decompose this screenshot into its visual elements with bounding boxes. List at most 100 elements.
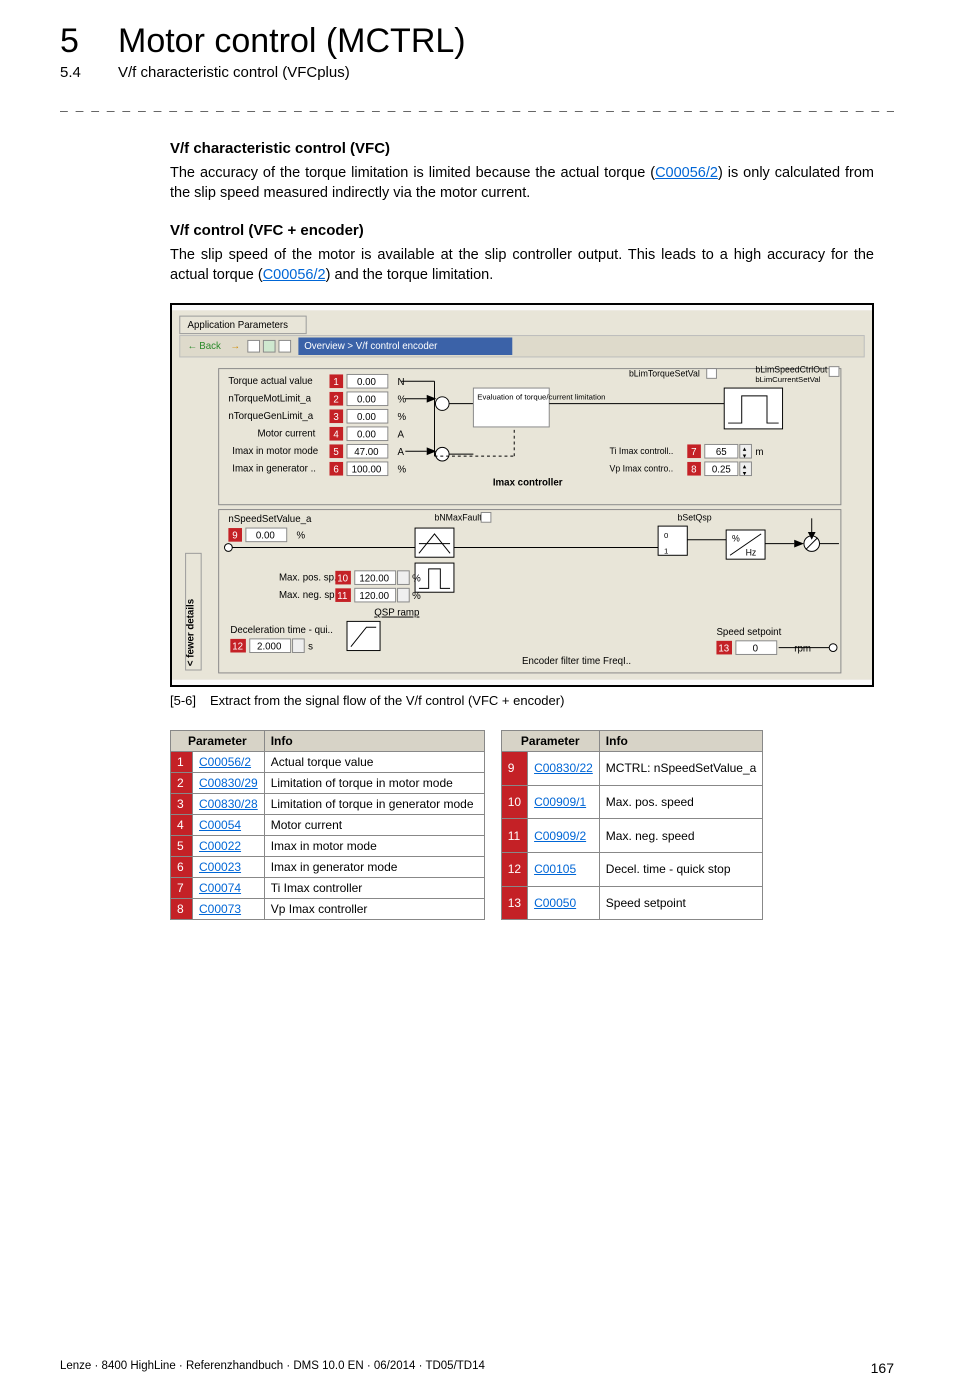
svg-text:13: 13 — [718, 644, 729, 655]
link-c00056-2-a[interactable]: C00056/2 — [655, 165, 718, 181]
svg-text:2: 2 — [333, 395, 338, 406]
svg-text:Torque actual value: Torque actual value — [228, 376, 312, 387]
parameter-info: Actual torque value — [264, 752, 484, 773]
chapter-title: Motor control (MCTRL) — [118, 24, 466, 58]
label: nTorqueMotLimit_a — [228, 394, 311, 405]
label: QSP ramp — [374, 608, 419, 619]
svg-text:0.00: 0.00 — [357, 377, 377, 388]
row-number: 4 — [171, 815, 193, 836]
parameter-link[interactable]: C00830/29 — [199, 776, 258, 790]
svg-text:A: A — [398, 447, 405, 458]
link-c00056-2-b[interactable]: C00056/2 — [263, 267, 326, 283]
table-row: 3C00830/28Limitation of torque in genera… — [171, 794, 485, 815]
parameter-code: C00022 — [193, 836, 265, 857]
parameter-info: MCTRL: nSpeedSetValue_a — [599, 752, 763, 786]
svg-text:%: % — [398, 465, 407, 476]
svg-text:0.00: 0.00 — [256, 531, 276, 542]
spinner-icon[interactable] — [398, 589, 410, 603]
vfc-heading: V/f characteristic control (VFC) — [170, 140, 874, 157]
parameter-link[interactable]: C00073 — [199, 902, 241, 916]
table-row: 5C00022Imax in motor mode — [171, 836, 485, 857]
table-row: 10 C00909/1 Max. pos. speed — [501, 785, 763, 819]
label: bSetQsp — [678, 512, 712, 522]
svg-text:▾: ▾ — [743, 453, 747, 460]
row-number: 13 — [501, 886, 527, 920]
label: bLimSpeedCtrlOut — [755, 365, 828, 375]
svg-text:▾: ▾ — [743, 471, 747, 478]
fewer-details-button[interactable]: < fewer details — [185, 599, 196, 666]
parameter-link[interactable]: C00074 — [199, 881, 241, 895]
label: Max. pos. sp.. — [279, 573, 340, 584]
chapter-number: 5 — [60, 24, 88, 58]
svg-text:0.00: 0.00 — [357, 430, 377, 441]
parameter-info: Imax in motor mode — [264, 836, 484, 857]
col-info: Info — [599, 731, 763, 752]
label: Speed setpoint — [716, 627, 781, 638]
table-row: 4 C00054 Motor current — [171, 815, 485, 836]
parameter-link[interactable]: C00023 — [199, 860, 241, 874]
svg-text:0.00: 0.00 — [357, 395, 377, 406]
parameter-link[interactable]: C00909/1 — [534, 795, 586, 809]
parameter-table-right: Parameter Info 9C00830/22MCTRL: nSpeedSe… — [501, 730, 764, 920]
tool-icon[interactable] — [263, 341, 275, 353]
row-number: 8 — [171, 899, 193, 920]
table-row: 6C00023Imax in generator mode — [171, 857, 485, 878]
parameter-info: Max. pos. speed — [599, 785, 763, 819]
parameter-code: C00830/29 — [193, 773, 265, 794]
parameter-link[interactable]: C00050 — [534, 896, 576, 910]
svg-text:120.00: 120.00 — [359, 574, 389, 585]
table-row: 1 C00056/2 Actual torque value — [171, 752, 485, 773]
tool-icon[interactable] — [248, 341, 260, 353]
spinner-icon[interactable] — [398, 571, 410, 585]
svg-text:0.25: 0.25 — [712, 465, 731, 476]
label: Motor current — [258, 429, 316, 440]
section-title: V/f characteristic control (VFCplus) — [118, 64, 350, 81]
svg-text:%: % — [398, 412, 407, 423]
spinner-icon[interactable] — [293, 639, 305, 653]
text-run: The accuracy of the torque limitation is… — [170, 165, 655, 181]
parameter-info: Max. neg. speed — [599, 819, 763, 853]
vfc-paragraph: The accuracy of the torque limitation is… — [170, 163, 874, 204]
label: Max. neg. sp.. — [279, 590, 340, 601]
parameter-link[interactable]: C00022 — [199, 839, 241, 853]
parameter-info: Decel. time - quick stop — [599, 852, 763, 886]
label: Imax in generator .. — [232, 464, 316, 475]
nav-next-icon[interactable]: → — [230, 341, 240, 352]
table-row: 12C00105Decel. time - quick stop — [501, 852, 763, 886]
svg-text:%: % — [398, 395, 407, 406]
signal-flow-figure: Application Parameters ← Back → Overview… — [170, 303, 874, 687]
parameter-table-left: Parameter Info 1C00056/2Actual torque va… — [170, 730, 485, 920]
divider: _ _ _ _ _ _ _ _ _ _ _ _ _ _ _ _ _ _ _ _ … — [60, 99, 894, 114]
parameter-link[interactable]: C00830/22 — [534, 761, 593, 775]
table-row: 13C00050Speed setpoint — [501, 886, 763, 920]
svg-text:100.00: 100.00 — [352, 465, 382, 476]
parameter-link[interactable]: C00056/2 — [199, 755, 251, 769]
svg-text:1: 1 — [664, 547, 668, 556]
back-button[interactable]: Back — [199, 341, 221, 352]
table-row: 2C00830/29Limitation of torque in motor … — [171, 773, 485, 794]
parameter-code: C00909/1 — [528, 785, 600, 819]
svg-text:0: 0 — [753, 644, 759, 655]
row-number: 10 — [501, 785, 527, 819]
parameter-link[interactable]: C00830/28 — [199, 797, 258, 811]
parameter-info: Motor current — [264, 815, 484, 836]
svg-text:47.00: 47.00 — [354, 447, 379, 458]
row-number: 11 — [501, 819, 527, 853]
svg-text:65: 65 — [716, 447, 727, 458]
parameter-code: C00050 — [528, 886, 600, 920]
svg-text:8: 8 — [691, 465, 696, 476]
row-number: 1 — [171, 752, 193, 773]
parameter-code: C00830/22 — [528, 752, 600, 786]
tool-icon[interactable] — [279, 341, 291, 353]
svg-text:N: N — [398, 377, 405, 388]
parameter-link[interactable]: C00909/2 — [534, 829, 586, 843]
parameter-link[interactable]: C00105 — [534, 862, 576, 876]
parameter-code: C00023 — [193, 857, 265, 878]
parameter-info: Limitation of torque in motor mode — [264, 773, 484, 794]
parameter-code: C00054 — [193, 815, 265, 836]
back-arrow-icon[interactable]: ← — [188, 341, 198, 352]
svg-text:3: 3 — [333, 412, 338, 423]
parameter-code: C00056/2 — [193, 752, 265, 773]
parameter-link[interactable]: C00054 — [199, 818, 241, 832]
section-number: 5.4 — [60, 64, 88, 81]
